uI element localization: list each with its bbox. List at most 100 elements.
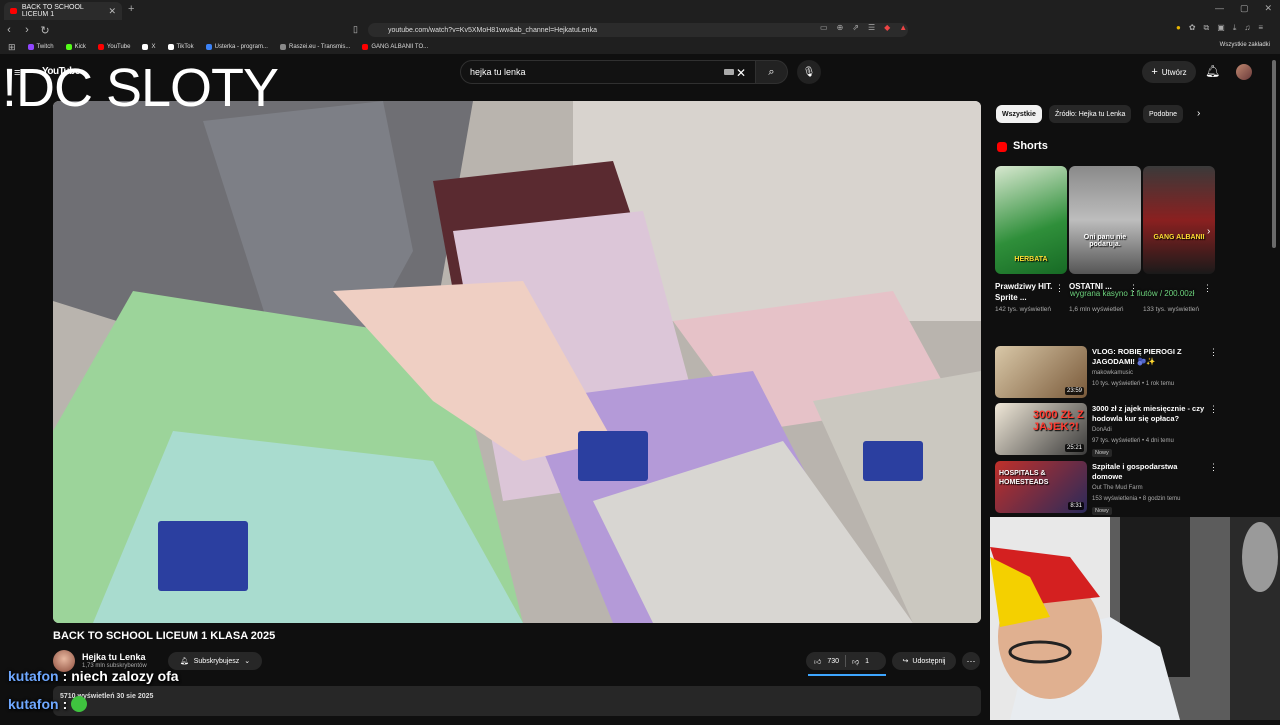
search-query: hejka tu lenka bbox=[470, 67, 526, 77]
short-thumbnail[interactable]: HERBATA bbox=[995, 166, 1067, 274]
video-player[interactable] bbox=[53, 101, 981, 623]
wallet-icon[interactable]: ● bbox=[1176, 23, 1181, 33]
omnibox-actions: ▭ ⊕ ⇗ ☰ ◆ ▲ bbox=[820, 23, 907, 32]
video-more-icon[interactable]: ⋮ bbox=[1209, 404, 1218, 415]
page-scrollbar[interactable] bbox=[1272, 60, 1276, 248]
zoom-icon[interactable]: ⊕ bbox=[837, 23, 844, 32]
like-count[interactable]: 730 bbox=[827, 658, 839, 665]
twitch-icon bbox=[27, 44, 34, 50]
search-icon: ⌕ bbox=[768, 65, 775, 78]
share-page-icon[interactable]: ⇗ bbox=[852, 23, 859, 32]
subscribe-button[interactable]: 🔔︎ Subskrybujesz ⌄ bbox=[168, 652, 262, 670]
extension-icon[interactable]: ✿ bbox=[1189, 23, 1196, 33]
video-title-link[interactable]: VLOG: ROBIĘ PIEROGI Z JAGODAMI! 🫐✨ bbox=[1092, 347, 1206, 367]
shorts-next-icon[interactable]: › bbox=[1207, 226, 1210, 237]
bookmark-gang-albanii[interactable]: GANG ALBANII TO... bbox=[362, 44, 428, 50]
download-icon[interactable]: ⤓ bbox=[1233, 23, 1237, 33]
close-window-icon[interactable]: ✕ bbox=[1264, 3, 1272, 14]
video-title-link[interactable]: 3000 zł z jajek miesięcznie - czy hodowl… bbox=[1092, 404, 1206, 424]
share-button[interactable]: ↪ Udostępnij bbox=[892, 652, 956, 670]
short-more-icon[interactable]: ⋮ bbox=[1203, 283, 1212, 294]
short-caption: GANG ALBANII bbox=[1153, 234, 1205, 241]
bookmark-twitch[interactable]: Twitch bbox=[27, 44, 54, 50]
bookmark-youtube[interactable]: YouTube bbox=[97, 44, 130, 50]
short-thumbnail[interactable]: Oni panu nie podaruja. bbox=[1069, 166, 1141, 274]
shield-icon[interactable]: ◆ bbox=[884, 23, 890, 32]
create-button[interactable]: + Utwórz bbox=[1142, 61, 1196, 83]
more-actions-button[interactable]: ⋯ bbox=[962, 652, 980, 670]
bookmark-star-icon[interactable]: ▯ bbox=[353, 24, 358, 35]
notifications-bell-icon[interactable]: 🔔︎ bbox=[1205, 64, 1220, 78]
short-thumbnail[interactable]: GANG ALBANII bbox=[1143, 166, 1215, 274]
video-more-icon[interactable]: ⋮ bbox=[1209, 462, 1218, 473]
maximize-icon[interactable]: ▢ bbox=[1240, 3, 1249, 14]
short-caption: HERBATA bbox=[1014, 256, 1048, 263]
video-channel[interactable]: DonAdi bbox=[1092, 427, 1112, 433]
thumbnail-text: HOSPITALS & HOMESTEADS bbox=[999, 470, 1049, 486]
minimize-icon[interactable]: — bbox=[1215, 3, 1224, 14]
chip-similar[interactable]: Podobne bbox=[1143, 105, 1184, 123]
browser-tab[interactable]: BACK TO SCHOOL LICEUM 1 ✕ bbox=[4, 2, 122, 20]
keyboard-icon[interactable] bbox=[724, 69, 734, 75]
video-meta: 10 tys. wyświetleń • 1 rok temu bbox=[1092, 381, 1175, 387]
cast-icon[interactable]: ▭ bbox=[820, 23, 828, 32]
account-avatar[interactable] bbox=[1236, 64, 1252, 80]
raszei-icon bbox=[279, 44, 286, 50]
bookmark-raszei[interactable]: Raszei.eu - Transmis... bbox=[279, 44, 350, 50]
chat-message: kutafon : niech zalozy ofa bbox=[8, 668, 179, 684]
url-text: youtube.com/watch?v=Kv5XMoH81ww&ab_chann… bbox=[388, 26, 597, 34]
dislike-count[interactable]: 1 bbox=[865, 658, 869, 665]
bookmark-usterka[interactable]: Usterka - program... bbox=[205, 44, 268, 50]
plus-icon: + bbox=[1151, 66, 1158, 78]
search-button[interactable]: ⌕ bbox=[756, 60, 788, 84]
video-channel[interactable]: makowkamusic bbox=[1092, 370, 1133, 376]
chat-colon: : bbox=[62, 668, 68, 684]
menu-icon[interactable]: ≡ bbox=[1258, 23, 1263, 33]
chip-all[interactable]: Wszystkie bbox=[996, 105, 1042, 123]
chip-source[interactable]: Źródło: Hejka tu Lenka bbox=[1049, 105, 1132, 123]
bookmark-tiktok[interactable]: TikTok bbox=[167, 44, 194, 50]
thumbs-up-icon[interactable]: 👍︎ bbox=[814, 657, 821, 666]
close-tab-icon[interactable]: ✕ bbox=[108, 6, 116, 17]
bell-icon: 🔔︎ bbox=[179, 658, 189, 665]
sidebar-icon[interactable]: ▣ bbox=[1217, 23, 1225, 33]
voice-search-button[interactable]: 🎙︎ bbox=[797, 60, 821, 84]
clear-search-icon[interactable]: ✕ bbox=[736, 66, 746, 80]
apps-icon[interactable]: ⊞ bbox=[8, 42, 16, 53]
video-thumbnail[interactable]: 3000 ZŁ Z JAJEK?! 25:21 bbox=[995, 403, 1087, 455]
reader-icon[interactable]: ☰ bbox=[868, 23, 875, 32]
thumbs-down-icon[interactable]: 👎︎ bbox=[852, 657, 859, 666]
video-duration: 23:59 bbox=[1064, 387, 1084, 395]
video-title-link[interactable]: Szpitale i gospodarstwa domowe bbox=[1092, 462, 1206, 482]
video-more-icon[interactable]: ⋮ bbox=[1209, 347, 1218, 358]
all-bookmarks-folder[interactable]: Wszystkie zakładki bbox=[1220, 42, 1270, 48]
stream-alert: wygrana kasyno 1 fiutów / 200.00zł bbox=[1070, 289, 1195, 298]
video-thumbnail[interactable]: HOSPITALS & HOMESTEADS 8:31 bbox=[995, 461, 1087, 513]
video-thumbnail[interactable]: 23:59 bbox=[995, 346, 1087, 398]
bookmark-x[interactable]: X bbox=[142, 44, 156, 50]
gang-albanii-icon bbox=[362, 44, 369, 50]
chevron-right-icon[interactable]: › bbox=[1197, 108, 1200, 119]
description-box[interactable] bbox=[53, 686, 981, 716]
more-icon: ⋯ bbox=[966, 655, 976, 666]
window-controls: — ▢ ✕ bbox=[1215, 3, 1272, 14]
new-tab-button[interactable]: + bbox=[128, 3, 134, 15]
search-input[interactable]: hejka tu lenka bbox=[460, 60, 756, 84]
back-icon[interactable]: ‹ bbox=[0, 24, 18, 36]
warning-icon[interactable]: ▲ bbox=[899, 23, 907, 32]
puzzle-icon[interactable]: ⧉ bbox=[1204, 23, 1210, 33]
reload-icon[interactable]: ↻ bbox=[36, 24, 54, 37]
channel-name[interactable]: Hejka tu Lenka bbox=[82, 652, 146, 662]
video-duration: 25:21 bbox=[1064, 444, 1084, 452]
media-icon[interactable]: ♫ bbox=[1244, 23, 1250, 33]
browser-tab-bar bbox=[0, 0, 1280, 20]
bookmark-kick[interactable]: Kick bbox=[65, 44, 86, 50]
short-more-icon[interactable]: ⋮ bbox=[1055, 283, 1064, 294]
webcam-frame bbox=[990, 517, 1280, 720]
x-icon bbox=[142, 44, 149, 50]
tab-title: BACK TO SCHOOL LICEUM 1 bbox=[21, 4, 84, 18]
video-channel[interactable]: Out The Mud Farm bbox=[1092, 485, 1143, 491]
forward-icon[interactable]: › bbox=[18, 24, 36, 36]
short-title[interactable]: Prawdziwy HIT. Sprite ... bbox=[995, 281, 1055, 303]
tiktok-icon bbox=[167, 44, 174, 50]
